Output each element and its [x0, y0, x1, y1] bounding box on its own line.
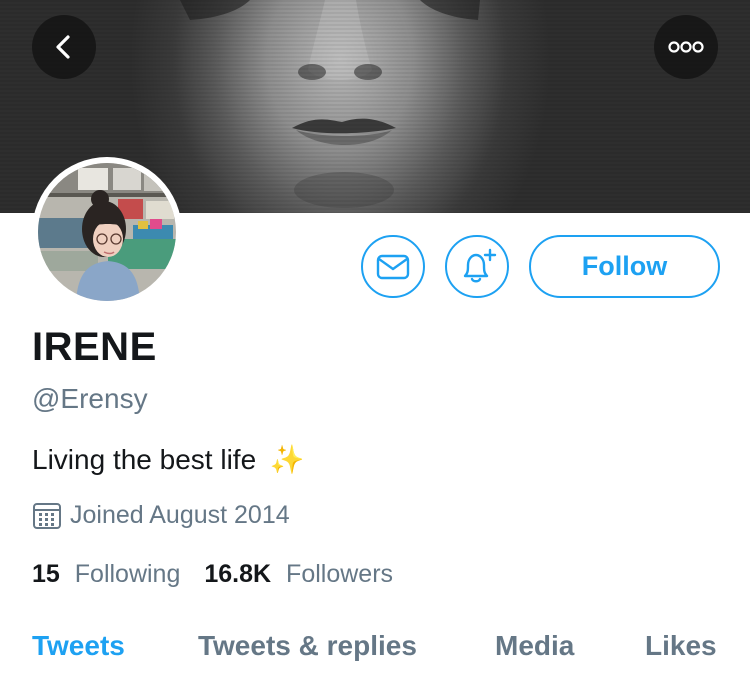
bio-text: Living the best life — [32, 444, 257, 475]
bell-plus-icon — [463, 248, 497, 282]
avatar-frame[interactable] — [32, 157, 182, 307]
joined-date: Joined August 2014 — [32, 500, 290, 530]
envelope-icon — [376, 254, 410, 279]
message-button[interactable] — [361, 235, 425, 298]
following-link[interactable]: 15 Following — [32, 560, 180, 589]
back-button[interactable] — [32, 15, 96, 79]
tab-tweets[interactable]: Tweets — [32, 630, 125, 662]
following-count: 15 — [32, 560, 60, 588]
tab-likes[interactable]: Likes — [645, 630, 717, 662]
username-handle: @Erensy — [32, 383, 148, 414]
following-label: Following — [74, 560, 181, 588]
more-dots-icon — [668, 41, 704, 53]
sparkles-emoji: ✨ — [269, 444, 305, 475]
profile-tabs: Tweets Tweets & replies Media Likes — [0, 630, 750, 678]
tab-tweets-and-replies[interactable]: Tweets & replies — [198, 630, 417, 662]
bio: Living the best life ✨ — [32, 443, 305, 476]
joined-text: Joined August 2014 — [70, 500, 290, 529]
followers-count: 16.8K — [204, 560, 272, 588]
follow-button[interactable]: Follow — [529, 235, 720, 298]
tab-media[interactable]: Media — [495, 630, 574, 662]
calendar-icon — [33, 503, 61, 529]
notifications-button[interactable] — [445, 235, 509, 298]
display-name: IRENE — [32, 325, 157, 369]
followers-link[interactable]: 16.8K Followers — [204, 560, 393, 589]
avatar[interactable] — [38, 163, 176, 301]
follow-button-label: Follow — [581, 251, 668, 281]
more-options-button[interactable] — [654, 15, 718, 79]
followers-label: Followers — [286, 560, 394, 588]
avatar-photo — [38, 163, 176, 301]
chevron-left-icon — [56, 35, 70, 59]
follow-stats: 15 Following 16.8K Followers — [32, 560, 393, 589]
